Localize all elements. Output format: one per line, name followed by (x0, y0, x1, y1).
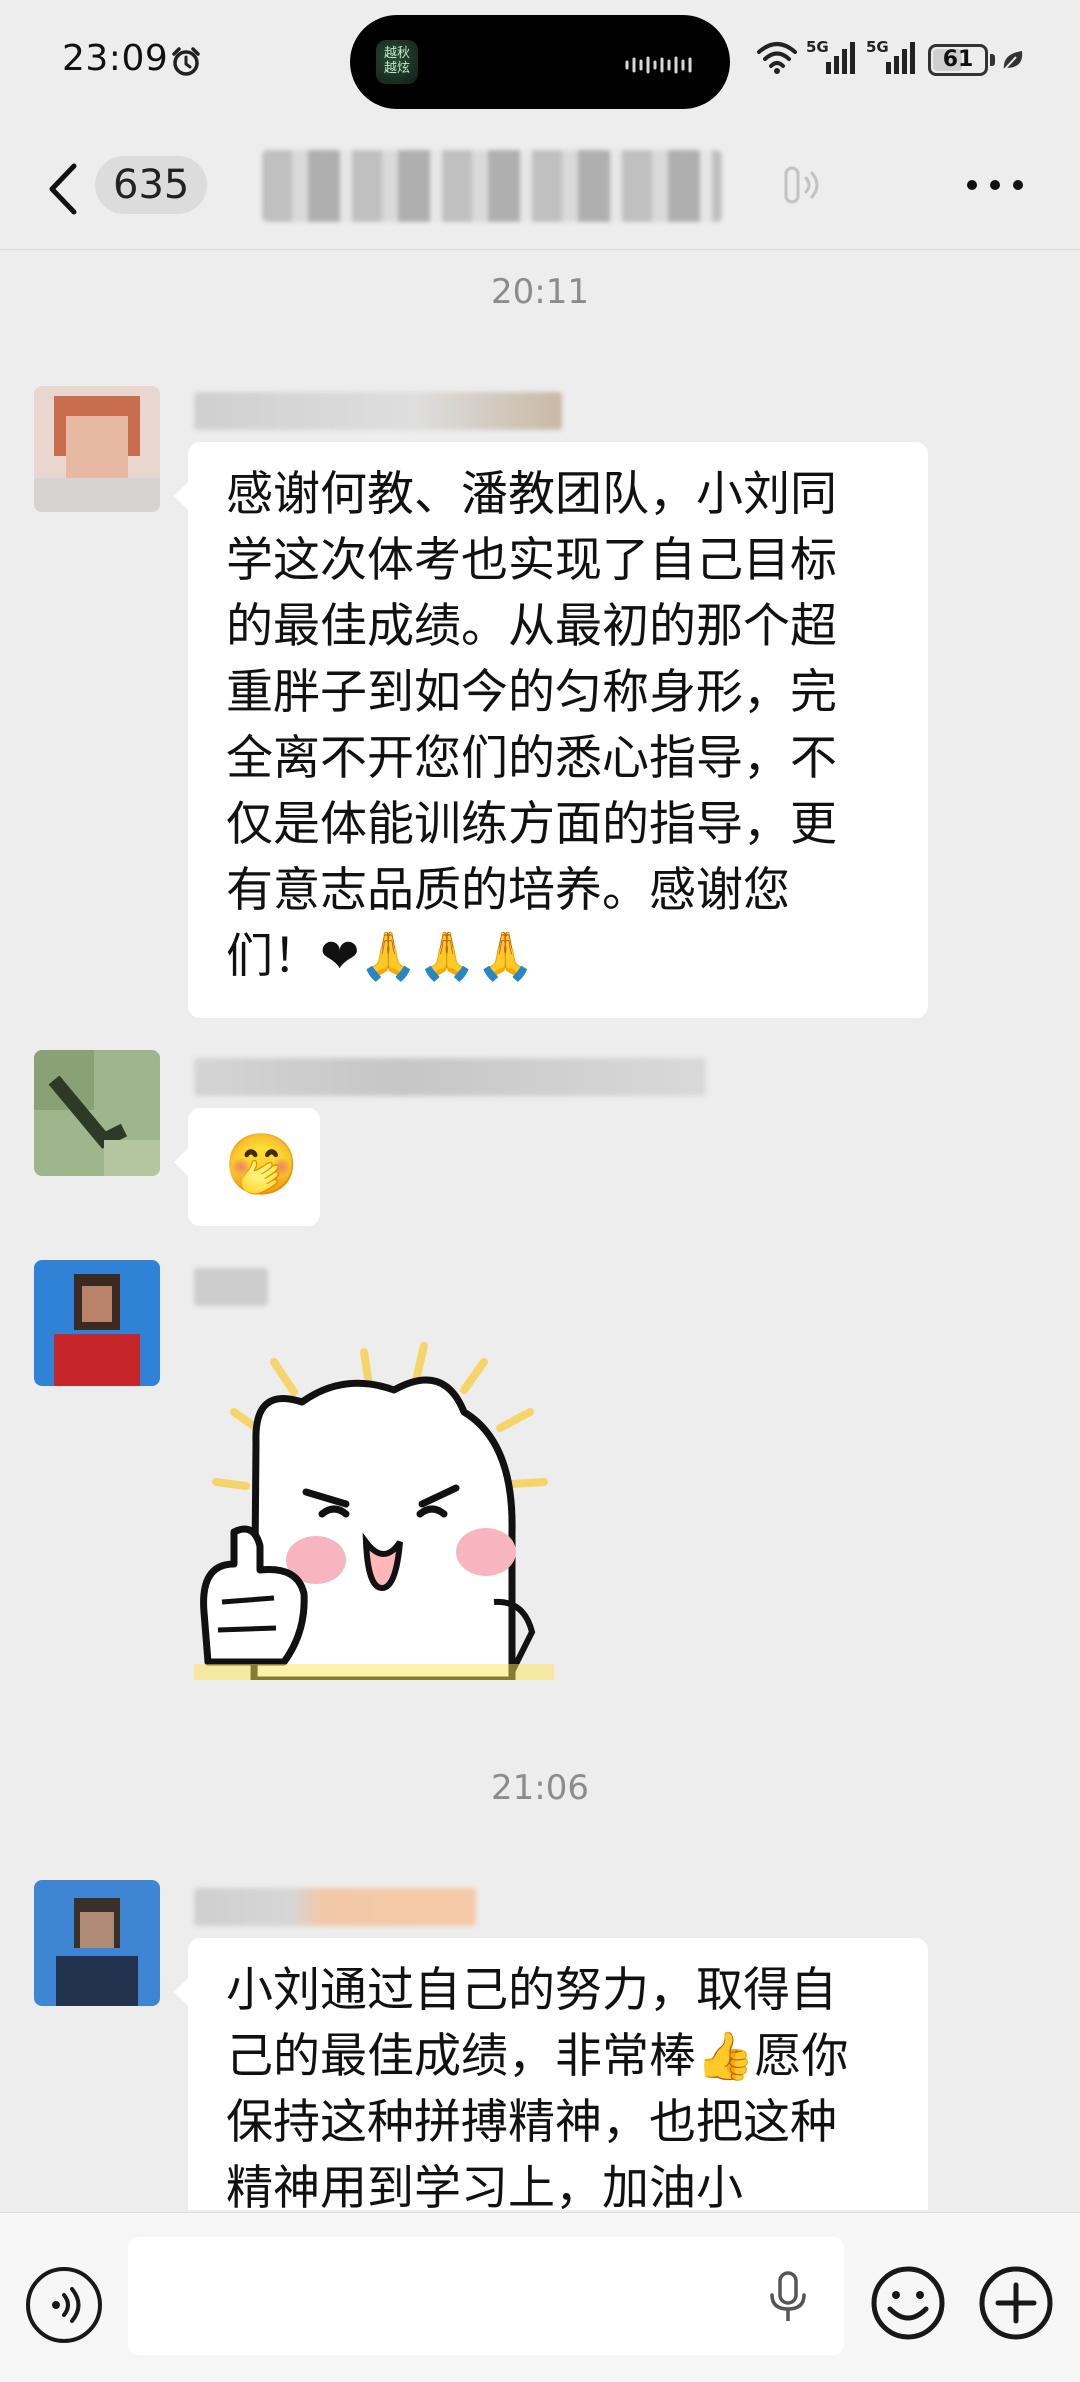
sender-name-redacted (194, 1888, 476, 1926)
sender-name-redacted (194, 1268, 268, 1306)
alarm-clock-icon (172, 47, 200, 76)
emoji-icon[interactable] (868, 2263, 948, 2343)
thumbs-up-cat-sticker[interactable] (194, 1332, 554, 1680)
message-list[interactable]: 20:11 感谢何教、潘教团队，小刘同 学这次体考也实现了自己目标 的最佳成绩。… (0, 250, 1080, 2210)
battery-indicator: 61 (928, 44, 988, 76)
voice-mode-icon[interactable] (780, 160, 824, 210)
cellular-signal-1: 5G (806, 38, 858, 78)
message-bubble[interactable]: 小刘通过自己的努力，取得自 己的最佳成绩，非常棒👍愿你 保持这种拼搏精神，也把这… (174, 1938, 928, 2210)
sender-name-redacted (194, 392, 562, 430)
wifi-icon (757, 42, 797, 74)
chat-header: 635 (0, 130, 1080, 250)
dynamic-island[interactable]: 越秋 越炫 (350, 15, 730, 109)
status-bar: 23:09 越秋 越炫 5G 5G 61 (0, 0, 1080, 120)
sender-avatar[interactable] (34, 386, 160, 512)
message-text: 小刘通过自己的努力，取得自 己的最佳成绩，非常棒👍愿你 保持这种拼搏精神，也把这… (226, 1963, 849, 2210)
sender-avatar[interactable] (34, 1050, 160, 1176)
island-app-icon: 越秋 越炫 (376, 40, 418, 84)
message-text: 感谢何教、潘教团队，小刘同 学这次体考也实现了自己目标 的最佳成绩。从最初的那个… (226, 467, 837, 984)
signal-bars-icon (886, 42, 915, 74)
voice-toggle-button[interactable] (26, 2267, 102, 2343)
battery-tip (990, 54, 995, 66)
avatar-image (34, 1050, 160, 1176)
message-timestamp: 21:06 (491, 1768, 589, 1808)
microphone-icon[interactable] (764, 2269, 812, 2325)
input-bar (0, 2212, 1080, 2382)
more-icon[interactable] (960, 160, 1030, 210)
power-saving-leaf-icon (1003, 51, 1023, 71)
cellular-signal-2: 5G (866, 38, 918, 78)
signal-bars-icon (826, 42, 855, 74)
status-time: 23:09 (62, 38, 169, 79)
voice-toggle-icon (52, 2287, 81, 2323)
message-bubble[interactable]: 感谢何教、潘教团队，小刘同 学这次体考也实现了自己目标 的最佳成绩。从最初的那个… (174, 442, 928, 1018)
sender-avatar[interactable] (34, 1260, 160, 1386)
avatar-image (34, 386, 160, 512)
group-title-redacted[interactable] (262, 150, 722, 222)
message-timestamp: 20:11 (491, 272, 589, 312)
avatar-image (34, 1260, 160, 1386)
avatar-image (34, 1880, 160, 2006)
battery-level: 61 (942, 47, 974, 72)
back-chevron-icon[interactable] (40, 154, 88, 224)
unread-count-badge[interactable]: 635 (95, 156, 208, 214)
message-input[interactable] (128, 2237, 844, 2355)
plus-icon[interactable] (976, 2263, 1056, 2343)
audio-wave-icon (625, 56, 692, 74)
message-bubble[interactable]: 🤭 (174, 1108, 320, 1226)
chat-screen: 23:09 越秋 越炫 5G 5G 61 635 20:11 感谢何教、潘教团队… (0, 0, 1080, 2382)
sender-name-redacted (194, 1058, 706, 1096)
message-emoji: 🤭 (224, 1130, 299, 1200)
sender-avatar[interactable] (34, 1880, 160, 2006)
